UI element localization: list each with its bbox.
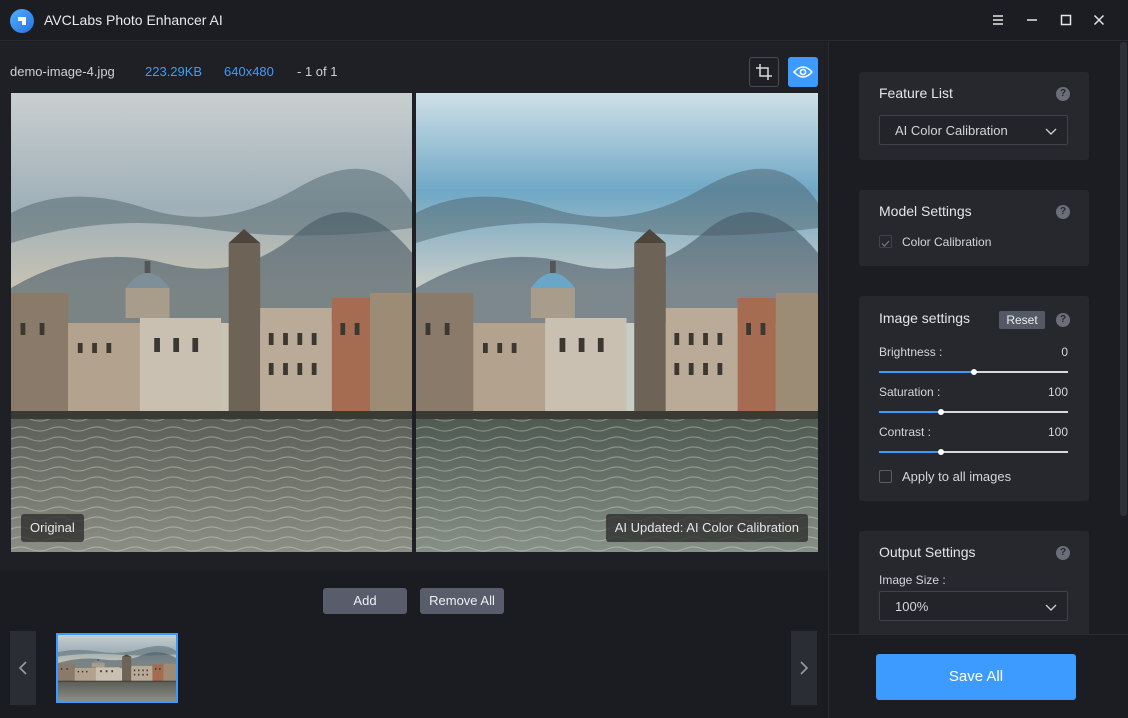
image-size-value: 100% bbox=[895, 599, 929, 614]
chevron-down-icon bbox=[1045, 128, 1057, 135]
maximize-icon[interactable] bbox=[1056, 10, 1076, 30]
thumbnail-image[interactable] bbox=[56, 633, 178, 703]
brightness-label: Brightness : bbox=[879, 345, 943, 359]
file-size: 223.29KB bbox=[145, 64, 203, 79]
model-settings-title: Model Settings bbox=[879, 203, 972, 219]
app-title: AVCLabs Photo Enhancer AI bbox=[44, 12, 223, 28]
scrollbar[interactable] bbox=[1120, 42, 1127, 516]
output-settings-title: Output Settings bbox=[879, 544, 976, 560]
title-bar: AVCLabs Photo Enhancer AI bbox=[0, 0, 1128, 41]
model-settings-help-icon[interactable]: ? bbox=[1056, 205, 1070, 219]
brightness-slider-handle[interactable] bbox=[970, 369, 977, 375]
enhanced-label: AI Updated: AI Color Calibration bbox=[605, 514, 808, 542]
output-settings-help-icon[interactable]: ? bbox=[1056, 546, 1070, 560]
minimize-icon[interactable] bbox=[1022, 10, 1042, 30]
close-icon[interactable] bbox=[1089, 10, 1109, 30]
image-size-select[interactable]: 100% bbox=[879, 591, 1068, 621]
file-name: demo-image-4.jpg bbox=[10, 64, 115, 79]
output-settings-card: Output Settings ? Image Size : 100% bbox=[859, 531, 1089, 641]
save-bar: Save All bbox=[829, 634, 1128, 718]
menu-icon[interactable] bbox=[988, 10, 1008, 30]
file-dimensions: 640x480 bbox=[224, 64, 274, 79]
brightness-slider-fill bbox=[879, 371, 974, 373]
brightness-slider[interactable] bbox=[879, 369, 1068, 375]
check-icon bbox=[881, 240, 890, 248]
remove-all-button[interactable]: Remove All bbox=[420, 588, 504, 614]
settings-panel: Feature List ? AI Color Calibration Mode… bbox=[828, 42, 1128, 718]
contrast-label: Contrast : bbox=[879, 425, 932, 439]
image-size-label: Image Size : bbox=[879, 573, 946, 587]
file-count: - 1 of 1 bbox=[297, 64, 338, 79]
original-image: Original bbox=[11, 93, 412, 552]
apply-all-checkbox[interactable] bbox=[879, 470, 892, 483]
saturation-slider[interactable] bbox=[879, 409, 1068, 415]
image-settings-card: Image settings Reset ? Brightness : 0 Sa… bbox=[859, 296, 1089, 501]
color-calibration-checkbox[interactable] bbox=[879, 235, 892, 248]
contrast-slider[interactable] bbox=[879, 449, 1068, 455]
chevron-left-icon bbox=[18, 661, 27, 675]
original-label: Original bbox=[21, 514, 84, 542]
reset-button[interactable]: Reset bbox=[999, 311, 1045, 329]
saturation-slider-fill bbox=[879, 411, 942, 413]
prev-button[interactable] bbox=[10, 631, 36, 705]
model-settings-card: Model Settings ? Color Calibration bbox=[859, 190, 1089, 266]
next-button[interactable] bbox=[791, 631, 817, 705]
crop-icon bbox=[756, 64, 772, 80]
crop-button[interactable] bbox=[749, 57, 779, 87]
saturation-value: 100 bbox=[1047, 385, 1068, 399]
image-settings-help-icon[interactable]: ? bbox=[1056, 313, 1070, 327]
apply-all-label: Apply to all images bbox=[902, 469, 1012, 484]
contrast-slider-handle[interactable] bbox=[938, 449, 945, 455]
save-all-button[interactable]: Save All bbox=[876, 654, 1076, 700]
app-logo-icon bbox=[10, 9, 34, 33]
thumbnail-strip: Add Remove All bbox=[0, 570, 828, 718]
chevron-down-icon bbox=[1045, 604, 1057, 611]
saturation-slider-handle[interactable] bbox=[938, 409, 945, 415]
brightness-value: 0 bbox=[1061, 345, 1068, 359]
feature-list-help-icon[interactable]: ? bbox=[1056, 87, 1070, 101]
feature-select-value: AI Color Calibration bbox=[895, 123, 1008, 138]
chevron-right-icon bbox=[800, 661, 809, 675]
eye-icon bbox=[793, 66, 813, 78]
compare-view-button[interactable] bbox=[788, 57, 818, 87]
image-settings-title: Image settings bbox=[879, 310, 971, 326]
add-button[interactable]: Add bbox=[323, 588, 407, 614]
feature-select[interactable]: AI Color Calibration bbox=[879, 115, 1068, 145]
enhanced-image: AI Updated: AI Color Calibration bbox=[416, 93, 818, 552]
contrast-slider-fill bbox=[879, 451, 942, 453]
saturation-label: Saturation : bbox=[879, 385, 941, 399]
color-calibration-label: Color Calibration bbox=[902, 235, 992, 249]
contrast-value: 100 bbox=[1047, 425, 1068, 439]
feature-list-title: Feature List bbox=[879, 85, 953, 101]
feature-list-card: Feature List ? AI Color Calibration bbox=[859, 72, 1089, 160]
preview-area: demo-image-4.jpg 223.29KB 640x480 - 1 of… bbox=[0, 42, 828, 570]
